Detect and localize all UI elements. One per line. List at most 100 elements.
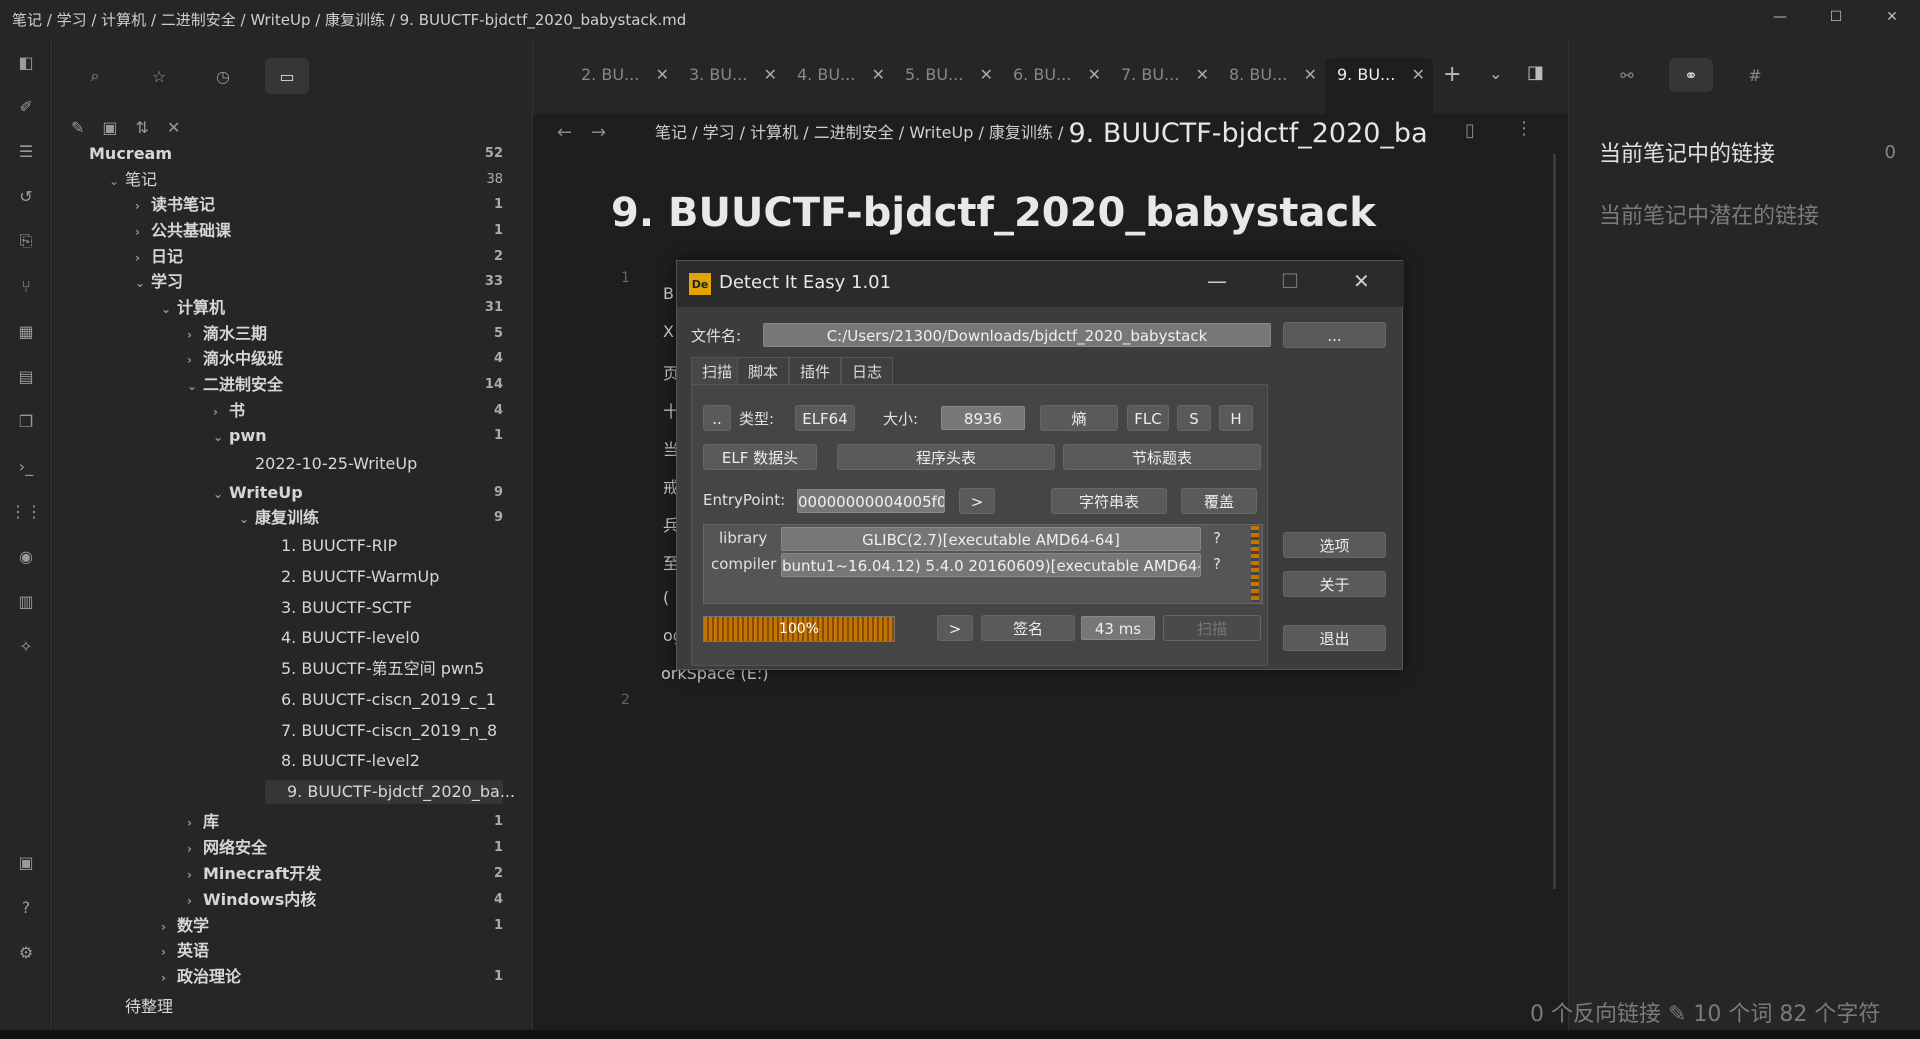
outgoing-links-icon[interactable]: ⚭ <box>1669 58 1713 92</box>
file-export-icon[interactable]: ⎘ <box>14 229 38 253</box>
tab-plugins[interactable]: 插件 <box>789 357 842 385</box>
tab-note-6[interactable]: 6. BU... ✕ <box>1001 58 1109 92</box>
chevron-down-icon[interactable]: ⌄ <box>109 169 125 193</box>
file-item[interactable]: 3. BUUCTF-SCTF <box>265 596 503 620</box>
folder-item[interactable]: › 滴水中级班 4 <box>187 347 503 371</box>
calendar-icon[interactable]: ▤ <box>14 364 38 388</box>
program-header-button[interactable]: 程序头表 <box>837 444 1055 470</box>
chevron-right-icon[interactable]: › <box>161 966 177 990</box>
folder-item[interactable]: › Minecraft开发 2 <box>187 862 503 886</box>
file-path-field[interactable]: C:/Users/21300/Downloads/bjdctf_2020_bab… <box>763 323 1271 347</box>
folder-item[interactable]: ⌄ WriteUp 9 <box>213 481 503 505</box>
type-menu-button[interactable]: .. <box>703 405 731 431</box>
microphone-icon[interactable]: ◉ <box>14 544 38 568</box>
flc-button[interactable]: FLC <box>1127 405 1169 431</box>
more-options-icon[interactable]: ⋮ <box>1515 118 1533 139</box>
toggle-right-sidebar-icon[interactable]: ◨ <box>1527 62 1544 83</box>
close-tab-icon[interactable]: ✕ <box>872 58 885 92</box>
overlay-button[interactable]: 覆盖 <box>1181 488 1257 514</box>
forward-icon[interactable]: → <box>591 122 606 143</box>
undo-icon[interactable]: ↺ <box>14 184 38 208</box>
copy-icon[interactable]: ❐ <box>14 409 38 433</box>
search-icon[interactable]: ⌕ <box>73 58 117 94</box>
signatures-button[interactable]: 签名 <box>981 615 1075 641</box>
terminal-icon[interactable]: ›_ <box>14 454 38 478</box>
columns-icon[interactable]: ⋮⋮ <box>10 499 42 523</box>
tab-note-3[interactable]: 3. BU... ✕ <box>677 58 785 92</box>
h-button[interactable]: H <box>1219 405 1253 431</box>
star-icon[interactable]: ☆ <box>137 58 181 94</box>
chevron-right-icon[interactable]: › <box>213 400 229 424</box>
lightbulb-icon[interactable]: ✧ <box>14 634 38 658</box>
close-tab-icon[interactable]: ✕ <box>1196 58 1209 92</box>
pen-icon[interactable]: ✐ <box>14 94 38 118</box>
about-button[interactable]: 关于 <box>1283 571 1386 597</box>
collapse-icon[interactable]: ✕ <box>167 118 180 137</box>
folder-item[interactable]: ⌄ 二进制安全 14 <box>187 373 503 397</box>
file-item[interactable]: 2022-10-25-WriteUp <box>239 452 503 476</box>
chevron-right-icon[interactable]: › <box>135 246 151 270</box>
unlinked-mentions-heading[interactable]: 当前笔记中潜在的链接 <box>1599 198 1819 230</box>
grid-icon[interactable]: ▦ <box>14 319 38 343</box>
backlinks-icon[interactable]: ⚯ <box>1605 58 1649 92</box>
chevron-right-icon[interactable]: › <box>187 863 203 887</box>
table-icon[interactable]: ▥ <box>14 589 38 613</box>
chevron-down-icon[interactable]: ⌄ <box>213 425 229 449</box>
browse-button[interactable]: ... <box>1283 322 1386 348</box>
tab-note-7[interactable]: 7. BU... ✕ <box>1109 58 1217 92</box>
minimize-button[interactable]: — <box>1752 0 1808 34</box>
file-item[interactable]: 8. BUUCTF-level2 <box>265 749 503 773</box>
file-item[interactable]: 待整理 <box>109 995 503 1019</box>
library-info-button[interactable]: ? <box>1213 529 1221 547</box>
help-icon[interactable]: ? <box>14 895 38 919</box>
chevron-down-icon[interactable]: ⌄ <box>187 374 203 398</box>
file-item[interactable]: 2. BUUCTF-WarmUp <box>265 565 503 589</box>
tab-note-8[interactable]: 8. BU... ✕ <box>1217 58 1325 92</box>
close-tab-icon[interactable]: ✕ <box>1412 58 1425 92</box>
scan-button[interactable]: 扫描 <box>1163 615 1261 641</box>
folder-item[interactable]: ⌄ 康复训练 9 <box>239 506 503 530</box>
tab-scan[interactable]: 扫描 <box>691 357 744 385</box>
file-item[interactable]: 4. BUUCTF-level0 <box>265 626 503 650</box>
close-button[interactable]: ✕ <box>1864 0 1920 34</box>
tab-script[interactable]: 脚本 <box>737 357 790 385</box>
close-tab-icon[interactable]: ✕ <box>656 58 669 92</box>
chevron-right-icon[interactable]: › <box>187 323 203 347</box>
folder-item[interactable]: › Windows内核 4 <box>187 888 503 912</box>
folder-icon[interactable]: ▭ <box>265 58 309 94</box>
close-tab-icon[interactable]: ✕ <box>1304 58 1317 92</box>
folder-item[interactable]: › 数学 1 <box>161 914 503 938</box>
list-icon[interactable]: ☰ <box>14 139 38 163</box>
folder-item[interactable]: ⌄ pwn 1 <box>213 424 503 448</box>
entropy-button[interactable]: 熵 <box>1040 405 1118 431</box>
folder-item[interactable]: › 书 4 <box>213 399 503 423</box>
dialog-minimize-button[interactable]: — <box>1207 269 1227 293</box>
file-item[interactable]: 9. BUUCTF-bjdctf_2020_ba... <box>265 780 515 804</box>
settings-icon[interactable]: ⚙ <box>14 940 38 964</box>
chevron-down-icon[interactable]: ⌄ <box>161 297 177 321</box>
tab-log[interactable]: 日志 <box>841 357 894 385</box>
chevron-right-icon[interactable]: › <box>135 194 151 218</box>
chevron-right-icon[interactable]: › <box>187 837 203 861</box>
folder-item[interactable]: › 政治理论 1 <box>161 965 503 989</box>
file-item[interactable]: 6. BUUCTF-ciscn_2019_c_1 <box>265 688 503 712</box>
chevron-right-icon[interactable]: › <box>187 889 203 913</box>
file-item[interactable]: 1. BUUCTF-RIP <box>265 534 503 558</box>
reading-view-icon[interactable]: ▯ <box>1465 120 1475 141</box>
type-value[interactable]: ELF64 <box>795 405 855 431</box>
tab-note-9[interactable]: 9. BU... ✕ <box>1325 58 1433 114</box>
folder-item[interactable]: ⌄ 计算机 31 <box>161 296 503 320</box>
new-folder-icon[interactable]: ▣ <box>102 118 117 137</box>
s-button[interactable]: S <box>1177 405 1211 431</box>
back-icon[interactable]: ← <box>557 122 572 143</box>
results-scrollbar[interactable] <box>1251 526 1259 602</box>
outgoing-links-heading[interactable]: 当前笔记中的链接 <box>1599 136 1775 168</box>
tab-list-chevron-icon[interactable]: ⌄ <box>1489 64 1502 83</box>
chevron-right-icon[interactable]: › <box>161 940 177 964</box>
tab-note-4[interactable]: 4. BU... ✕ <box>785 58 893 92</box>
chevron-right-icon[interactable]: › <box>161 915 177 939</box>
folder-item[interactable]: › 日记 2 <box>135 245 503 269</box>
folder-item[interactable]: Mucream 52 <box>89 142 503 166</box>
folder-item[interactable]: › 滴水三期 5 <box>187 322 503 346</box>
compiler-info-button[interactable]: ? <box>1213 555 1221 573</box>
